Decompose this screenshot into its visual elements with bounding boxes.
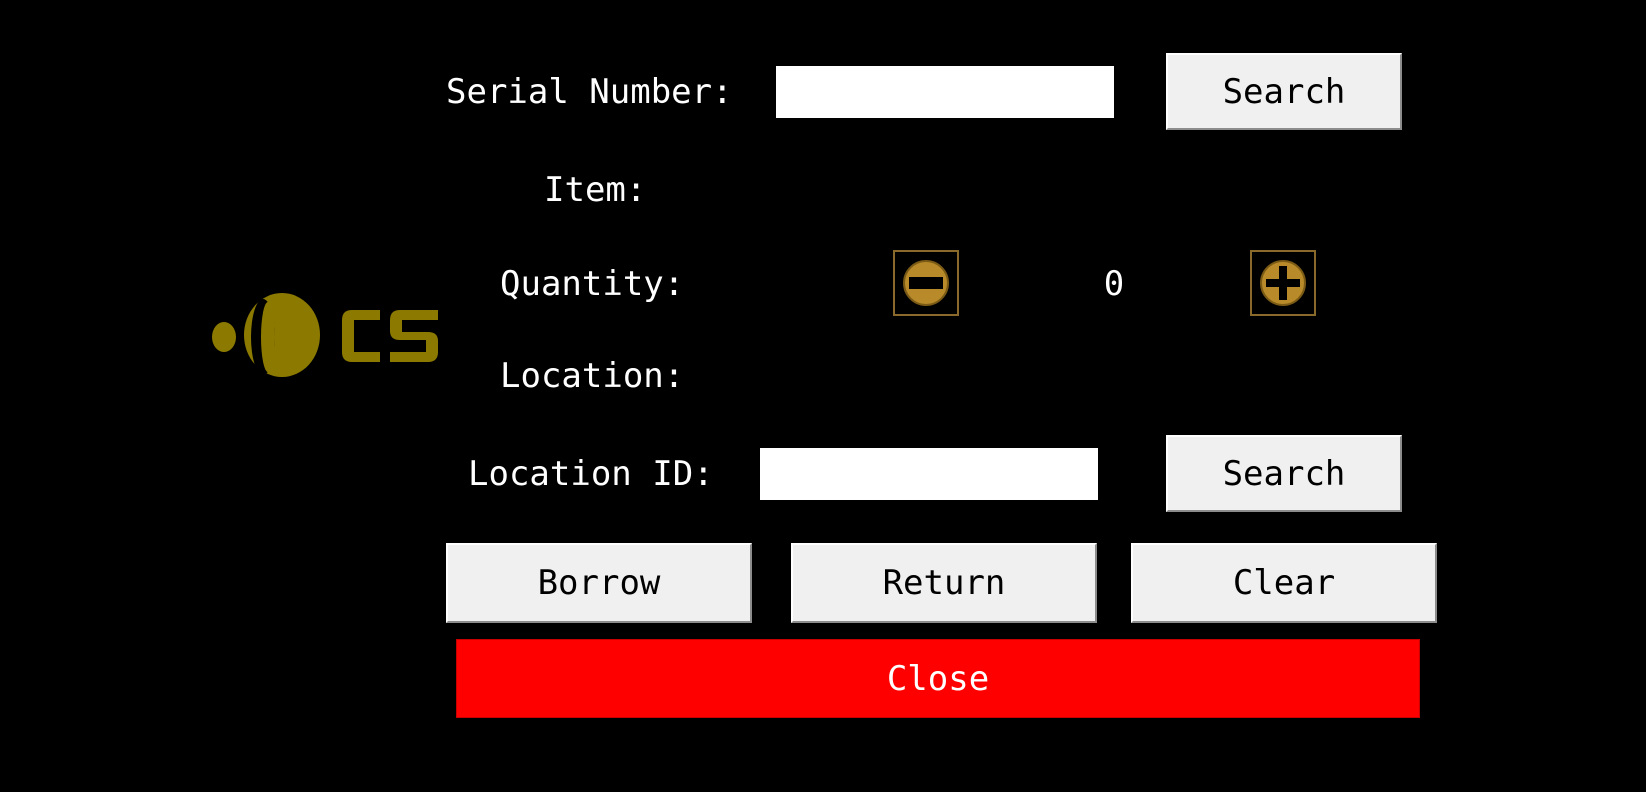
serial-number-label: Serial Number: <box>446 72 733 112</box>
quantity-value: 0 <box>1103 264 1125 304</box>
cs-logo: CS <box>210 290 440 380</box>
location-id-label: Location ID: <box>468 454 714 494</box>
quantity-increment-button[interactable] <box>1250 250 1316 316</box>
minus-circle-icon <box>903 260 949 306</box>
quantity-label: Quantity: <box>500 264 685 304</box>
location-search-button[interactable]: Search <box>1166 435 1402 512</box>
serial-number-input[interactable] <box>776 66 1114 118</box>
quantity-decrement-button[interactable] <box>893 250 959 316</box>
plus-circle-icon <box>1260 260 1306 306</box>
location-id-input[interactable] <box>760 448 1098 500</box>
clear-button[interactable]: Clear <box>1131 543 1437 623</box>
serial-search-button[interactable]: Search <box>1166 53 1402 130</box>
location-label: Location: <box>500 356 685 396</box>
return-button[interactable]: Return <box>791 543 1097 623</box>
cs-logo-icon <box>212 293 438 377</box>
close-button[interactable]: Close <box>456 639 1420 718</box>
item-label: Item: <box>544 170 647 210</box>
borrow-button[interactable]: Borrow <box>446 543 752 623</box>
